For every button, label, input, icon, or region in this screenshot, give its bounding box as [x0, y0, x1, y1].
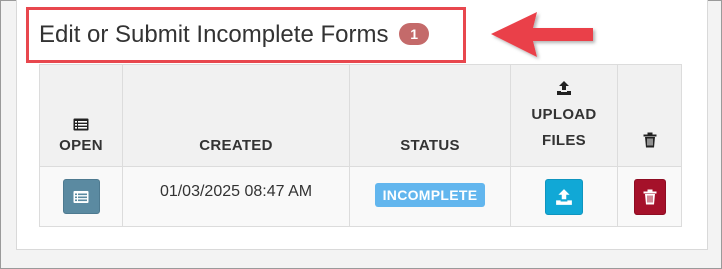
red-arrow-icon	[491, 12, 593, 57]
column-header-status: STATUS	[349, 64, 511, 167]
delete-form-button[interactable]	[633, 179, 666, 215]
incomplete-forms-table: OPEN CREATED STATUS UPLOAD FILES 01/03/2…	[39, 64, 682, 227]
cell-delete	[617, 166, 682, 227]
page-title: Edit or Submit Incomplete Forms 1	[39, 20, 430, 50]
column-label-upload-line1: UPLOAD	[531, 106, 597, 123]
column-label-upload-line2: FILES	[541, 132, 586, 149]
column-header-upload-files: UPLOAD FILES	[510, 64, 618, 167]
status-badge: INCOMPLETE	[374, 183, 486, 207]
upload-icon	[557, 81, 571, 95]
column-label-open: OPEN	[59, 137, 103, 154]
page-title-text: Edit or Submit Incomplete Forms	[39, 21, 389, 48]
column-header-delete	[617, 64, 682, 167]
cell-created: 01/03/2025 08:47 AM	[122, 166, 350, 227]
list-icon	[73, 190, 89, 203]
cell-open	[39, 166, 123, 227]
cell-status: INCOMPLETE	[349, 166, 511, 227]
column-header-open: OPEN	[39, 64, 123, 167]
column-label-created: CREATED	[199, 137, 273, 154]
upload-icon	[556, 189, 572, 205]
cell-upload	[510, 166, 618, 227]
list-icon	[73, 118, 89, 131]
open-form-button[interactable]	[62, 179, 100, 214]
table-header-row: OPEN CREATED STATUS UPLOAD FILES	[39, 64, 682, 167]
incomplete-count-badge: 1	[399, 22, 430, 45]
column-label-status: STATUS	[400, 137, 460, 154]
column-header-created: CREATED	[122, 64, 350, 167]
upload-files-button[interactable]	[545, 179, 583, 215]
created-timestamp: 01/03/2025 08:47 AM	[159, 183, 313, 200]
trash-icon	[643, 132, 656, 148]
table-row: 01/03/2025 08:47 AM INCOMPLETE	[39, 166, 682, 227]
trash-icon	[643, 189, 656, 205]
